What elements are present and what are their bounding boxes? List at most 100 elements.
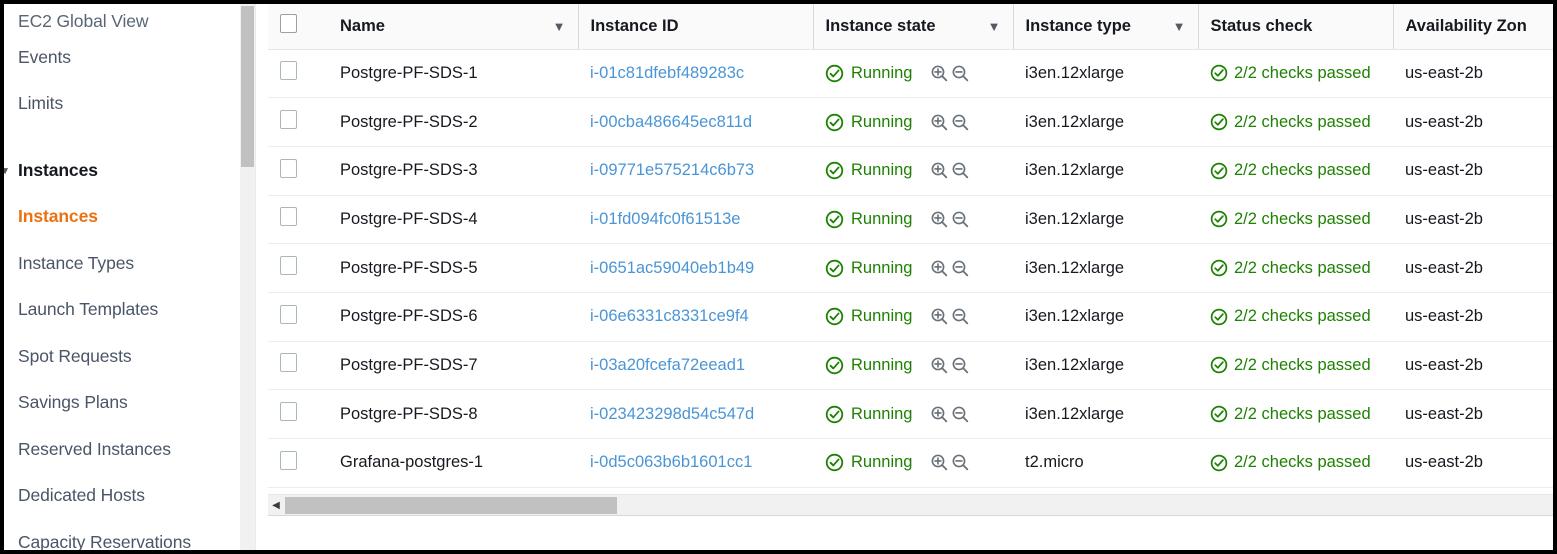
column-header-name[interactable]: Name ▼ — [328, 4, 578, 50]
instance-id-link[interactable]: i-00cba486645ec811d — [590, 113, 752, 131]
sidebar-item-label: Capacity Reservations — [18, 531, 191, 550]
status-check-text: 2/2 checks passed — [1234, 404, 1371, 423]
zoom-in-filter-icon[interactable] — [930, 453, 949, 472]
instance-id-link[interactable]: i-03a20fcefa72eead1 — [590, 356, 745, 374]
zoom-in-filter-icon[interactable] — [930, 210, 949, 229]
row-select-checkbox[interactable] — [280, 207, 297, 227]
row-select-checkbox[interactable] — [280, 353, 297, 373]
sidebar-item-launch-templates[interactable]: Launch Templates — [4, 287, 255, 334]
instance-id-link[interactable]: i-01c81dfebf489283c — [590, 64, 744, 82]
sidebar-item-limits[interactable]: Limits — [4, 81, 255, 128]
sort-descending-icon[interactable]: ▼ — [1173, 20, 1186, 33]
table-row[interactable]: Postgre-PF-SDS-6 i-06e6331c8331ce9f4 Runni… — [268, 292, 1553, 342]
sidebar-item-instances[interactable]: Instances — [4, 194, 255, 241]
cell-availability-zone: us-east-2b — [1393, 146, 1553, 196]
state-filter-actions — [930, 64, 970, 83]
horizontal-scrollbar-thumb[interactable] — [285, 497, 617, 514]
row-select-checkbox[interactable] — [280, 304, 297, 324]
zoom-in-filter-icon[interactable] — [930, 259, 949, 278]
column-header-availability-zone[interactable]: Availability Zon — [1392, 4, 1553, 50]
zoom-out-filter-icon[interactable] — [951, 64, 970, 83]
table-row[interactable]: Postgre-PF-SDS-8 i-023423298d54c547d Runni… — [268, 389, 1553, 439]
row-select-checkbox[interactable] — [280, 110, 297, 130]
instance-state-group: Running — [825, 210, 1013, 229]
zoom-in-filter-icon[interactable] — [930, 307, 949, 326]
instance-state-text: Running — [851, 161, 913, 180]
instance-id-link[interactable]: i-0d5c063b6b1601cc1 — [590, 453, 752, 471]
table-horizontal-scrollbar[interactable]: ◀ ▶ — [268, 494, 1553, 516]
table-row[interactable]: Postgre-PF-SDS-5 i-0651ac59040eb1b49 Runni… — [268, 243, 1553, 293]
row-select-checkbox[interactable] — [280, 402, 297, 422]
column-header-instance-type[interactable]: Instance type ▼ — [1012, 4, 1198, 50]
zoom-out-filter-icon[interactable] — [951, 161, 970, 180]
table-row[interactable]: Postgre-PF-SDS-2 i-00cba486645ec811d Runni… — [268, 97, 1553, 147]
cell-instance-state: Running — [813, 49, 1013, 99]
state-filter-actions — [930, 161, 970, 180]
table-row[interactable]: Postgre-PF-SDS-4 i-01fd094fc0f61513e Runni… — [268, 195, 1553, 245]
cell-instance-type: i3en.12xlarge — [1013, 195, 1198, 245]
cell-status-check: 2/2 checks passed — [1198, 243, 1393, 293]
sidebar-item-dedicated-hosts[interactable]: Dedicated Hosts — [4, 473, 255, 520]
sidebar-item-capacity-reservations[interactable]: Capacity Reservations — [4, 519, 255, 550]
sidebar-item-savings-plans[interactable]: Savings Plans — [4, 380, 255, 427]
sidebar-item-instance-types[interactable]: Instance Types — [4, 240, 255, 287]
zoom-out-filter-icon[interactable] — [951, 405, 970, 424]
state-filter-actions — [930, 356, 970, 375]
table-row[interactable]: Postgre-PF-SDS-1 i-01c81dfebf489283c Runni… — [268, 49, 1553, 99]
sidebar-vertical-scrollbar-track[interactable] — [240, 4, 255, 550]
checks-passed-icon — [1210, 162, 1228, 179]
sidebar-item-label: Instance Types — [18, 252, 134, 273]
table-row[interactable]: Postgre-PF-SDS-7 i-03a20fcefa72eead1 Runni… — [268, 341, 1553, 391]
instance-type-text: i3en.12xlarge — [1025, 307, 1125, 326]
status-check-group: 2/2 checks passed — [1210, 259, 1393, 278]
sidebar-item-ec2-global-view[interactable]: EC2 Global View — [4, 4, 255, 34]
instance-id-link[interactable]: i-0651ac59040eb1b49 — [590, 259, 754, 277]
sidebar-item-spot-requests[interactable]: Spot Requests — [4, 333, 255, 380]
cell-status-check: 2/2 checks passed — [1198, 389, 1393, 439]
instance-id-link[interactable]: i-09771e575214c6b73 — [590, 161, 754, 179]
instance-id-link[interactable]: i-01fd094fc0f61513e — [590, 210, 740, 228]
scroll-left-arrow-icon[interactable]: ◀ — [268, 495, 284, 516]
row-select-cell — [268, 243, 328, 293]
chevron-down-icon[interactable]: ▾ — [4, 164, 11, 177]
sidebar-item-events[interactable]: Events — [4, 34, 255, 81]
row-select-checkbox[interactable] — [280, 158, 297, 178]
instance-id-link[interactable]: i-023423298d54c547d — [590, 405, 754, 423]
zoom-out-filter-icon[interactable] — [951, 307, 970, 326]
zoom-in-filter-icon[interactable] — [930, 405, 949, 424]
sort-descending-icon[interactable]: ▼ — [988, 20, 1001, 33]
sort-descending-icon[interactable]: ▼ — [553, 20, 566, 33]
zoom-out-filter-icon[interactable] — [951, 453, 970, 472]
column-header-status-check[interactable]: Status check — [1197, 4, 1393, 50]
zoom-out-filter-icon[interactable] — [951, 210, 970, 229]
running-status-check-icon — [825, 64, 844, 83]
select-all-checkbox[interactable] — [280, 14, 297, 34]
zoom-in-filter-icon[interactable] — [930, 161, 949, 180]
sidebar-group-instances[interactable]: ▾ Instances — [4, 147, 255, 194]
row-select-cell — [268, 438, 328, 488]
row-select-checkbox[interactable] — [280, 256, 297, 276]
column-header-instance-id[interactable]: Instance ID — [577, 4, 813, 50]
status-check-group: 2/2 checks passed — [1210, 405, 1393, 424]
instance-state-group: Running — [825, 356, 1013, 375]
table-row[interactable]: Grafana-postgres-1 i-0d5c063b6b1601cc1 Run… — [268, 438, 1553, 488]
sidebar-item-reserved-instances[interactable]: Reserved Instances — [4, 426, 255, 473]
zoom-in-filter-icon[interactable] — [930, 113, 949, 132]
row-select-checkbox[interactable] — [280, 450, 297, 470]
zoom-in-filter-icon[interactable] — [930, 356, 949, 375]
instance-id-link[interactable]: i-06e6331c8331ce9f4 — [590, 307, 749, 325]
zoom-in-filter-icon[interactable] — [930, 64, 949, 83]
column-header-instance-state[interactable]: Instance state ▼ — [812, 4, 1013, 50]
cell-availability-zone: us-east-2b — [1393, 438, 1553, 488]
zoom-out-filter-icon[interactable] — [951, 356, 970, 375]
running-status-check-icon — [825, 259, 844, 277]
row-select-checkbox[interactable] — [280, 61, 297, 81]
zoom-out-filter-icon[interactable] — [951, 113, 970, 132]
instance-state-group: Running — [825, 64, 1013, 83]
column-header-name-label: Name — [340, 16, 385, 35]
sidebar-vertical-scrollbar-thumb[interactable] — [241, 6, 254, 167]
cell-instance-state: Running — [813, 341, 1013, 391]
instance-type-text: t2.micro — [1025, 453, 1084, 472]
zoom-out-filter-icon[interactable] — [951, 259, 970, 278]
table-row[interactable]: Postgre-PF-SDS-3 i-09771e575214c6b73 Runni… — [268, 146, 1553, 196]
